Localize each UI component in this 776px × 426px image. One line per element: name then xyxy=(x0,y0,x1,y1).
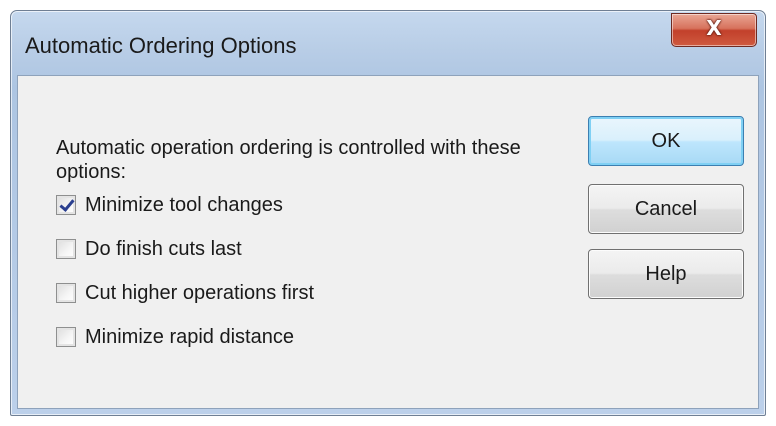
option-label: Minimize tool changes xyxy=(85,193,283,216)
option-minimize-tool-changes[interactable]: Minimize tool changes xyxy=(56,192,283,218)
minimize-tool-changes-checkbox[interactable] xyxy=(56,195,76,215)
do-finish-cuts-last-checkbox[interactable] xyxy=(56,239,76,259)
automatic-ordering-options-dialog: Automatic Ordering Options X Automatic o… xyxy=(10,10,766,416)
minimize-rapid-distance-checkbox[interactable] xyxy=(56,327,76,347)
dialog-client-area: Automatic operation ordering is controll… xyxy=(17,75,759,409)
help-button[interactable]: Help xyxy=(588,249,744,299)
option-label: Do finish cuts last xyxy=(85,237,242,260)
option-label: Cut higher operations first xyxy=(85,281,315,304)
title-bar[interactable]: Automatic Ordering Options X xyxy=(11,11,765,73)
option-minimize-rapid-distance[interactable]: Minimize rapid distance xyxy=(56,324,294,350)
option-cut-higher-operations-first[interactable]: Cut higher operations first xyxy=(56,280,314,306)
close-icon: X xyxy=(706,16,722,40)
option-do-finish-cuts-last[interactable]: Do finish cuts last xyxy=(56,236,242,262)
ok-button[interactable]: OK xyxy=(588,116,744,166)
close-button[interactable]: X xyxy=(671,13,757,47)
window-title: Automatic Ordering Options xyxy=(25,33,297,58)
cut-higher-operations-first-checkbox[interactable] xyxy=(56,283,76,303)
intro-text: Automatic operation ordering is controll… xyxy=(56,137,521,183)
cancel-button[interactable]: Cancel xyxy=(588,184,744,234)
option-label: Minimize rapid distance xyxy=(85,325,294,348)
